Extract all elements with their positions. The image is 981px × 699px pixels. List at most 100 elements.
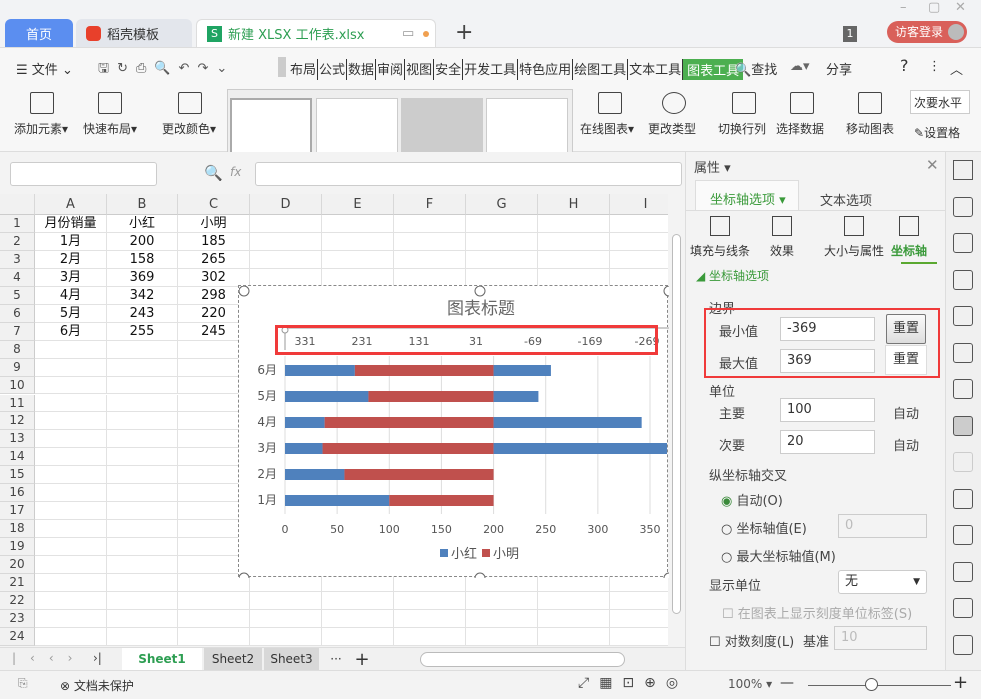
- zoom-out-button[interactable]: —: [780, 675, 794, 691]
- row-header[interactable]: 1: [0, 215, 35, 233]
- column-header[interactable]: H: [538, 194, 610, 215]
- cross-value-input[interactable]: 0: [838, 514, 927, 538]
- cell[interactable]: [107, 466, 178, 485]
- cell[interactable]: 月份销量: [35, 215, 107, 233]
- cell[interactable]: [250, 215, 322, 233]
- cell[interactable]: 5月: [35, 304, 107, 323]
- quick-layout-button[interactable]: 快速布局▾: [83, 120, 137, 137]
- cell[interactable]: [178, 627, 250, 646]
- horizontal-scrollbar[interactable]: [420, 652, 625, 667]
- minor-unit-input[interactable]: 20: [780, 430, 875, 454]
- cell[interactable]: 185: [178, 232, 250, 251]
- help-button[interactable]: ?: [900, 56, 909, 75]
- cell[interactable]: [250, 627, 322, 646]
- cell[interactable]: 6月: [35, 322, 107, 341]
- cell[interactable]: 255: [107, 322, 178, 341]
- cell[interactable]: [322, 232, 394, 251]
- cell[interactable]: [394, 250, 466, 269]
- cell[interactable]: [394, 232, 466, 251]
- cloud-icon[interactable]: ☁▾: [790, 59, 810, 74]
- doc-icon[interactable]: ⎘: [18, 676, 28, 691]
- chart-icon[interactable]: [953, 379, 973, 399]
- row-header[interactable]: 20: [0, 556, 35, 574]
- cell[interactable]: [250, 250, 322, 269]
- cell[interactable]: [466, 250, 538, 269]
- cell[interactable]: [107, 412, 178, 431]
- scroll-tabs-left-button[interactable]: [278, 57, 286, 77]
- file-menu[interactable]: ☰ 文件 ⌄: [16, 59, 73, 78]
- switch-row-col-button[interactable]: 切换行列: [718, 120, 766, 137]
- row-header[interactable]: 13: [0, 430, 35, 449]
- zoom-level[interactable]: 100% ▾: [728, 677, 772, 691]
- axis-element-select[interactable]: 次要水平: [910, 90, 970, 114]
- cell[interactable]: 265: [178, 250, 250, 269]
- cell[interactable]: 小明: [178, 215, 250, 233]
- cell[interactable]: 3月: [35, 268, 107, 287]
- row-header[interactable]: 17: [0, 502, 35, 521]
- major-unit-input[interactable]: 100: [780, 398, 875, 422]
- cell[interactable]: [35, 609, 107, 628]
- table-icon[interactable]: [953, 306, 973, 326]
- major-auto-button[interactable]: 自动: [893, 403, 919, 422]
- cell[interactable]: [107, 538, 178, 557]
- ribbon-tab-0[interactable]: 布局: [289, 59, 319, 80]
- vertical-scrollbar[interactable]: [668, 194, 685, 646]
- view-mode-icons[interactable]: ⤢▦⊡⊕◎: [578, 675, 688, 691]
- cell[interactable]: [107, 609, 178, 628]
- cell[interactable]: [610, 592, 668, 610]
- sheet-tab-1[interactable]: Sheet1: [122, 648, 202, 671]
- row-header[interactable]: 7: [0, 322, 35, 341]
- cell[interactable]: 4月: [35, 286, 107, 305]
- row-header[interactable]: 24: [0, 627, 35, 646]
- cell[interactable]: [250, 232, 322, 251]
- cell[interactable]: [35, 466, 107, 485]
- row-header[interactable]: 5: [0, 286, 35, 305]
- row-header[interactable]: 21: [0, 574, 35, 592]
- tab-text-options[interactable]: 文本选项: [820, 190, 872, 209]
- change-type-button[interactable]: 更改类型: [648, 120, 696, 137]
- minimize-button[interactable]: –: [900, 0, 907, 15]
- row-header[interactable]: 12: [0, 412, 35, 431]
- select-data-button[interactable]: 选择数据: [776, 120, 824, 137]
- cell[interactable]: [538, 232, 610, 251]
- zoom-in-button[interactable]: +: [953, 672, 968, 693]
- cell[interactable]: [322, 250, 394, 269]
- chart-style-2[interactable]: [316, 98, 398, 160]
- cell[interactable]: 243: [107, 304, 178, 323]
- row-header[interactable]: 11: [0, 394, 35, 413]
- cell[interactable]: 1月: [35, 232, 107, 251]
- ribbon-tab-7[interactable]: 特色应用: [518, 59, 574, 80]
- cell[interactable]: 369: [107, 268, 178, 287]
- cell[interactable]: [394, 591, 466, 610]
- cell[interactable]: [466, 215, 538, 233]
- zoom-formula-icon[interactable]: 🔍: [204, 164, 223, 182]
- cell[interactable]: [35, 538, 107, 557]
- text-style-icon[interactable]: [953, 269, 973, 290]
- cell[interactable]: [178, 609, 250, 628]
- protect-status[interactable]: ⊗ 文档未保护: [60, 677, 134, 694]
- cell[interactable]: [178, 591, 250, 610]
- online-chart-button[interactable]: 在线图表▾: [580, 120, 634, 137]
- cell[interactable]: [107, 574, 178, 592]
- cell[interactable]: [322, 591, 394, 610]
- cell[interactable]: [466, 627, 538, 646]
- ribbon-tab-9[interactable]: 文本工具: [628, 59, 684, 80]
- panel-title[interactable]: 属性 ▾: [694, 157, 731, 176]
- add-element-button[interactable]: 添加元素▾: [14, 120, 68, 137]
- collapse-ribbon-icon[interactable]: ︿: [950, 59, 963, 78]
- cell[interactable]: [107, 484, 178, 503]
- cell[interactable]: [322, 627, 394, 646]
- base-input[interactable]: 10: [834, 626, 927, 650]
- chart-style-1[interactable]: [230, 98, 312, 160]
- change-color-button[interactable]: 更改颜色▾: [162, 120, 216, 137]
- cell[interactable]: [35, 448, 107, 467]
- login-button[interactable]: 访客登录: [887, 21, 967, 43]
- cell[interactable]: [35, 412, 107, 431]
- column-header[interactable]: B: [107, 194, 178, 215]
- cell[interactable]: [322, 215, 394, 233]
- cell[interactable]: [107, 448, 178, 467]
- cell[interactable]: [250, 591, 322, 610]
- share-icon[interactable]: [953, 525, 973, 545]
- menu-icon[interactable]: [953, 160, 973, 180]
- ribbon-tab-2[interactable]: 数据: [347, 59, 377, 80]
